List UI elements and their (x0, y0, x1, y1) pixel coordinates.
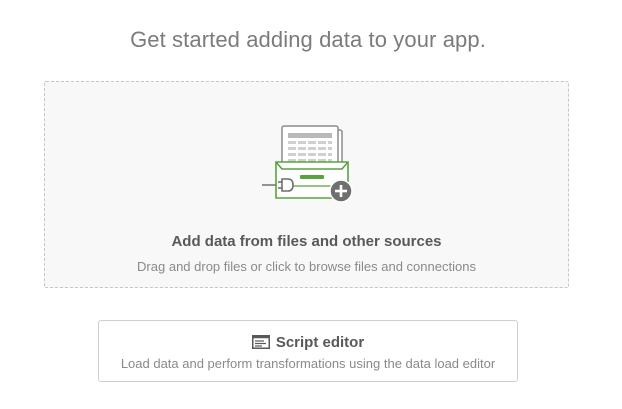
script-editor-heading: Script editor (99, 334, 517, 351)
data-manager-empty-page: Get started adding data to your app. Add… (0, 0, 622, 409)
script-editor-title: Script editor (275, 334, 365, 351)
add-data-title: Add data from files and other sources (171, 233, 442, 250)
add-data-dropzone[interactable]: Add data from files and other sources Dr… (44, 81, 569, 288)
page-headline: Get started adding data to your app. (130, 27, 486, 52)
script-editor-icon (251, 335, 270, 349)
add-data-subtitle: Drag and drop files or click to browse f… (137, 259, 476, 274)
add-data-illustration-icon (262, 125, 353, 203)
script-editor-description: Load data and perform transformations us… (120, 356, 496, 371)
script-editor-button[interactable]: Script editor Load data and perform tran… (98, 320, 518, 382)
